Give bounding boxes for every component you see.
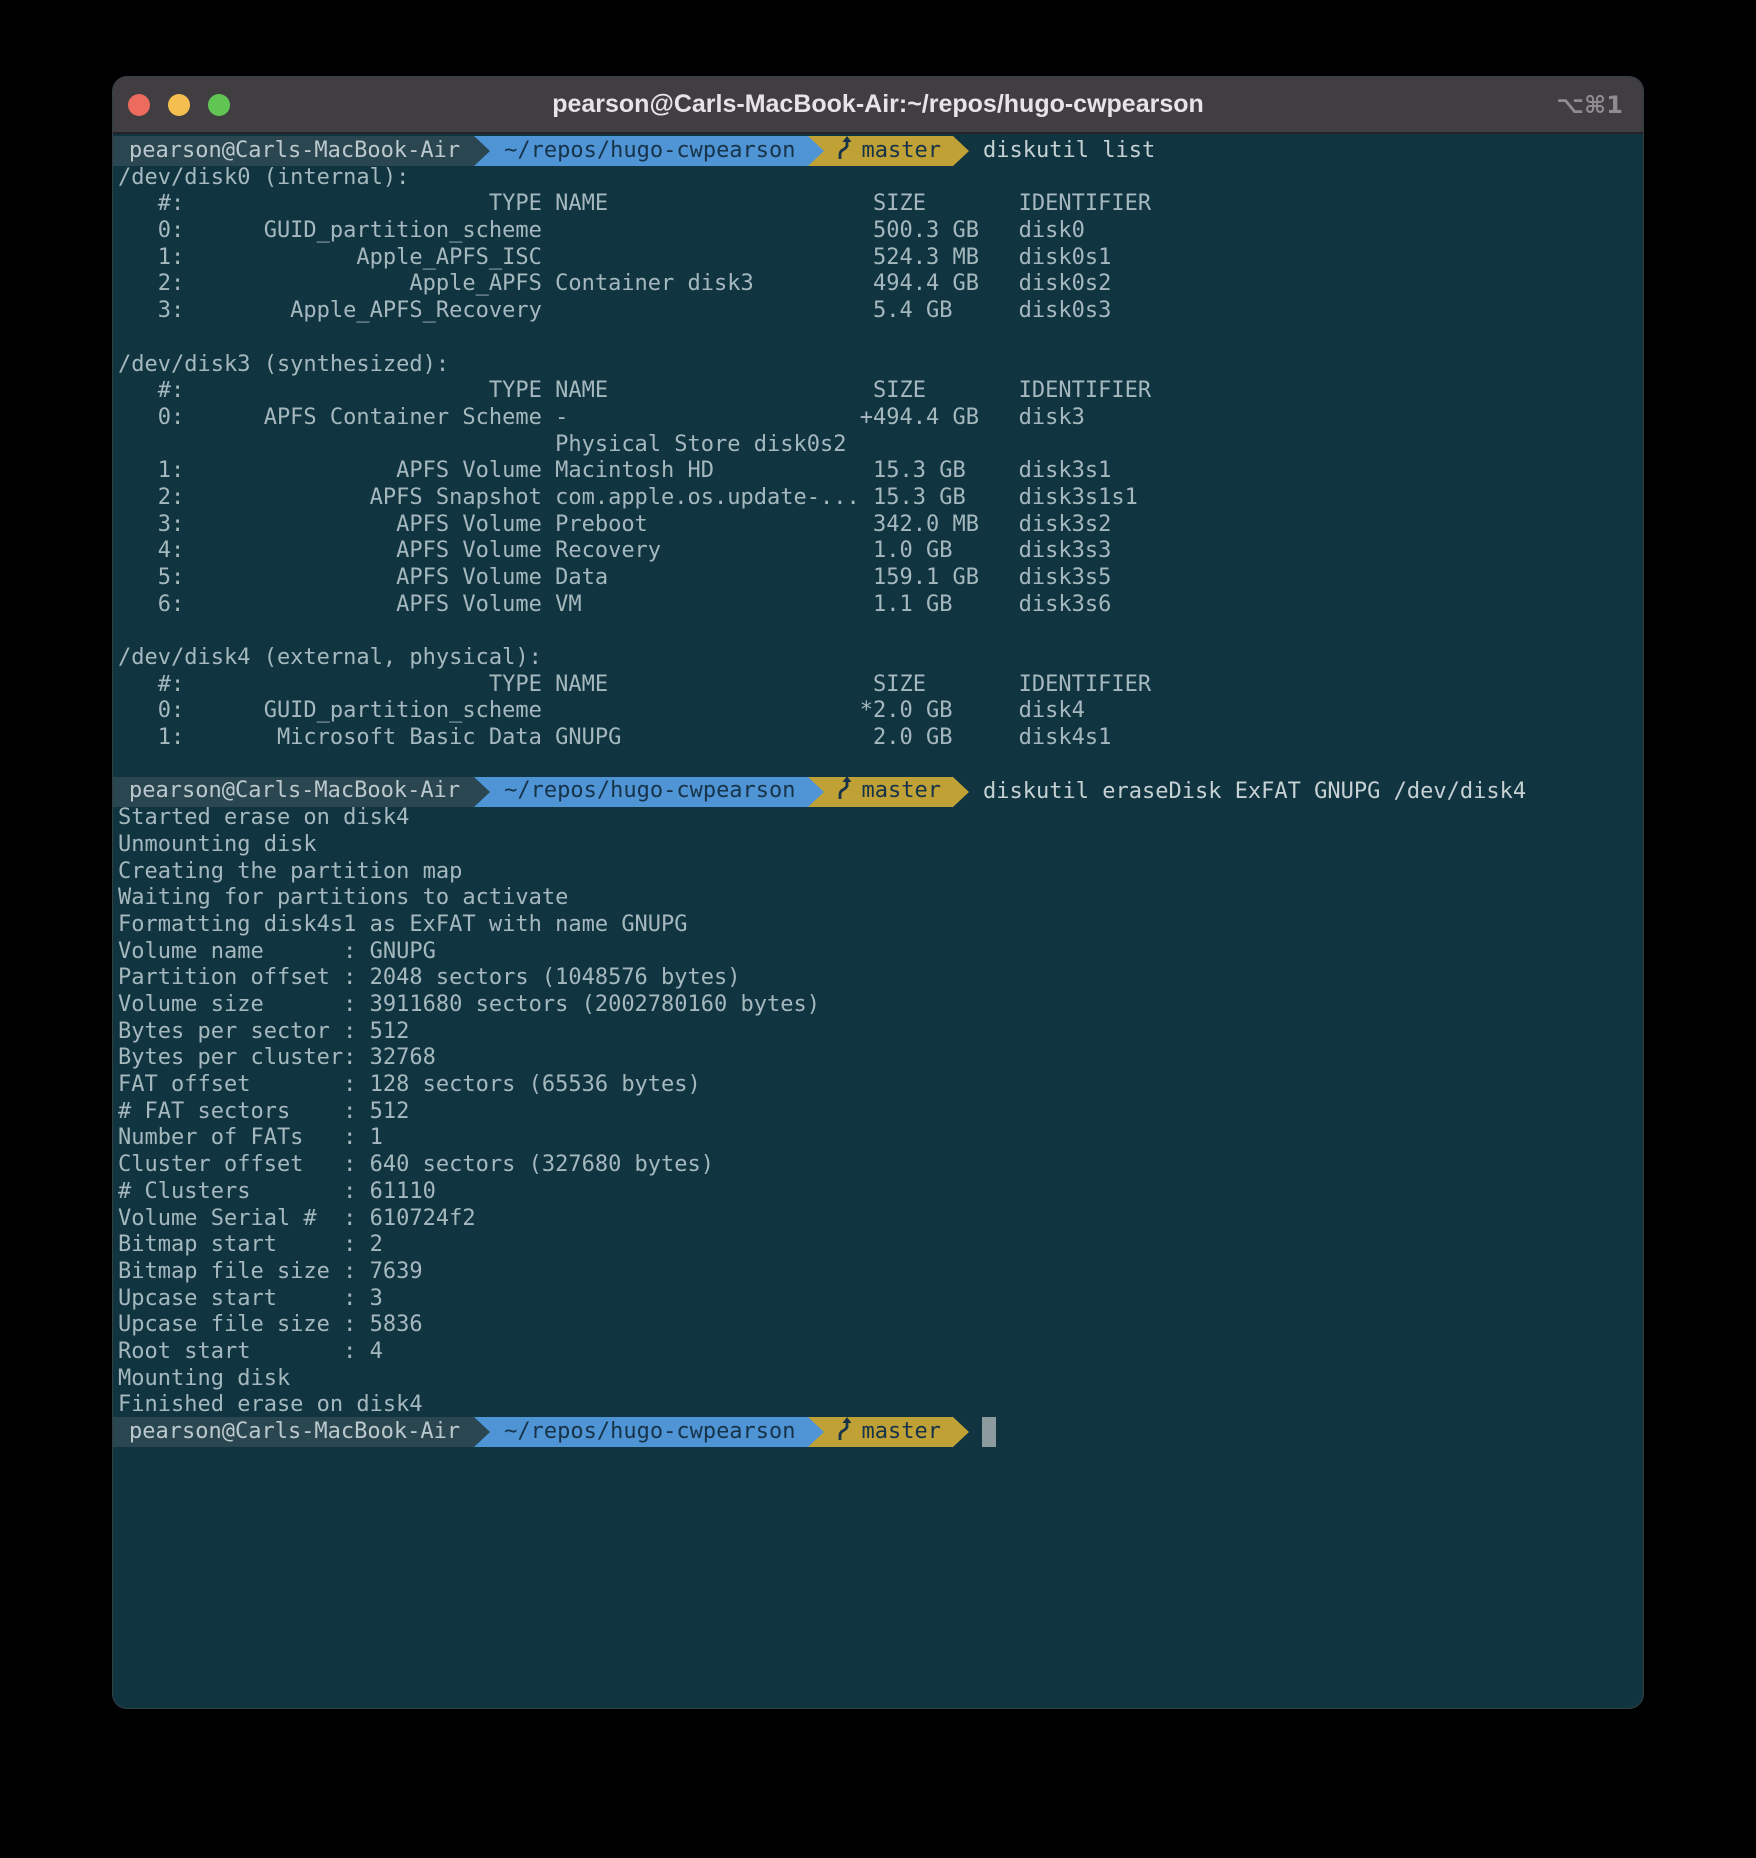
powerline-arrow-icon bbox=[474, 136, 490, 166]
command-text: diskutil eraseDisk ExFAT GNUPG /dev/disk… bbox=[983, 779, 1526, 806]
powerline-arrow-icon bbox=[953, 136, 969, 166]
terminal-output-line: Partition offset : 2048 sectors (1048576… bbox=[113, 965, 1643, 992]
terminal-output-line: /dev/disk4 (external, physical): bbox=[113, 645, 1643, 672]
powerline-arrow-icon bbox=[953, 777, 969, 807]
terminal-output-line: 0: GUID_partition_scheme *2.0 GB disk4 bbox=[113, 698, 1643, 725]
powerline-arrow-icon bbox=[474, 777, 490, 807]
terminal-output-line: 1: APFS Volume Macintosh HD 15.3 GB disk… bbox=[113, 458, 1643, 485]
terminal-output-line: FAT offset : 128 sectors (65536 bytes) bbox=[113, 1072, 1643, 1099]
prompt-directory-segment: ~/repos/hugo-cwpearson bbox=[490, 136, 807, 166]
prompt-line: pearson@Carls-MacBook-Air ~/repos/hugo-cw… bbox=[113, 1419, 1643, 1446]
terminal-output-line: Finished erase on disk4 bbox=[113, 1392, 1643, 1419]
terminal-output-line: 3: APFS Volume Preboot 342.0 MB disk3s2 bbox=[113, 512, 1643, 539]
terminal-output-line: Formatting disk4s1 as ExFAT with name GN… bbox=[113, 912, 1643, 939]
terminal-output-line: Cluster offset : 640 sectors (327680 byt… bbox=[113, 1152, 1643, 1179]
terminal-output-line: Volume name : GNUPG bbox=[113, 939, 1643, 966]
terminal-output-line: 2: Apple_APFS Container disk3 494.4 GB d… bbox=[113, 271, 1643, 298]
powerline-arrow-icon bbox=[808, 136, 824, 166]
prompt-directory-segment: ~/repos/hugo-cwpearson bbox=[490, 1417, 807, 1447]
window-title: pearson@Carls-MacBook-Air:~/repos/hugo-c… bbox=[113, 90, 1643, 119]
terminal-output-line: Bytes per cluster: 32768 bbox=[113, 1045, 1643, 1072]
terminal-output-line: Bytes per sector : 512 bbox=[113, 1019, 1643, 1046]
prompt-user-host-segment: pearson@Carls-MacBook-Air bbox=[113, 1417, 474, 1447]
powerline-arrow-icon bbox=[808, 1417, 824, 1447]
git-branch-icon bbox=[834, 775, 854, 809]
terminal-output-line: Number of FATs : 1 bbox=[113, 1125, 1643, 1152]
terminal-output-line: Upcase start : 3 bbox=[113, 1286, 1643, 1313]
prompt-git-segment: master bbox=[824, 1417, 953, 1447]
terminal-window: pearson@Carls-MacBook-Air:~/repos/hugo-c… bbox=[113, 77, 1643, 1708]
terminal-output-line: Bitmap file size : 7639 bbox=[113, 1259, 1643, 1286]
terminal-output-line: Creating the partition map bbox=[113, 859, 1643, 886]
terminal-output-line: Physical Store disk0s2 bbox=[113, 432, 1643, 459]
terminal-output-line: 2: APFS Snapshot com.apple.os.update-...… bbox=[113, 485, 1643, 512]
powerline-arrow-icon bbox=[474, 1417, 490, 1447]
powerline-arrow-icon bbox=[808, 777, 824, 807]
git-branch-name: master bbox=[862, 138, 941, 165]
powerline-arrow-icon bbox=[953, 1417, 969, 1447]
terminal-output-line: 5: APFS Volume Data 159.1 GB disk3s5 bbox=[113, 565, 1643, 592]
prompt-git-segment: master bbox=[824, 777, 953, 807]
terminal-output-line bbox=[113, 752, 1643, 779]
command-text: diskutil list bbox=[983, 138, 1155, 165]
terminal-cursor bbox=[982, 1417, 996, 1447]
terminal-output-line: Bitmap start : 2 bbox=[113, 1232, 1643, 1259]
git-branch-icon bbox=[834, 135, 854, 169]
terminal-output-line: 3: Apple_APFS_Recovery 5.4 GB disk0s3 bbox=[113, 298, 1643, 325]
terminal-output-line: #: TYPE NAME SIZE IDENTIFIER bbox=[113, 191, 1643, 218]
terminal-output-line: Started erase on disk4 bbox=[113, 805, 1643, 832]
prompt-line: pearson@Carls-MacBook-Air ~/repos/hugo-cw… bbox=[113, 779, 1643, 806]
terminal-output-line: 1: Microsoft Basic Data GNUPG 2.0 GB dis… bbox=[113, 725, 1643, 752]
terminal-output-line: Unmounting disk bbox=[113, 832, 1643, 859]
terminal-output-line: Root start : 4 bbox=[113, 1339, 1643, 1366]
terminal-output-line: Mounting disk bbox=[113, 1366, 1643, 1393]
terminal-output-line: # Clusters : 61110 bbox=[113, 1179, 1643, 1206]
terminal-output-line: #: TYPE NAME SIZE IDENTIFIER bbox=[113, 672, 1643, 699]
desktop-background: pearson@Carls-MacBook-Air:~/repos/hugo-c… bbox=[0, 0, 1756, 1858]
window-titlebar[interactable]: pearson@Carls-MacBook-Air:~/repos/hugo-c… bbox=[113, 77, 1643, 134]
terminal-output-line: Volume Serial # : 610724f2 bbox=[113, 1206, 1643, 1233]
terminal-output-line: Waiting for partitions to activate bbox=[113, 885, 1643, 912]
git-branch-icon bbox=[834, 1416, 854, 1450]
prompt-line: pearson@Carls-MacBook-Air ~/repos/hugo-cw… bbox=[113, 138, 1643, 165]
terminal-output-line: 6: APFS Volume VM 1.1 GB disk3s6 bbox=[113, 592, 1643, 619]
window-shortcut-badge: ⌥⌘1 bbox=[1556, 91, 1623, 119]
prompt-directory-segment: ~/repos/hugo-cwpearson bbox=[490, 777, 807, 807]
terminal-output-line: Upcase file size : 5836 bbox=[113, 1312, 1643, 1339]
terminal-output-line: 0: APFS Container Scheme - +494.4 GB dis… bbox=[113, 405, 1643, 432]
terminal-output-line: Volume size : 3911680 sectors (200278016… bbox=[113, 992, 1643, 1019]
terminal-output-line bbox=[113, 325, 1643, 352]
prompt-git-segment: master bbox=[824, 136, 953, 166]
terminal-content[interactable]: pearson@Carls-MacBook-Air ~/repos/hugo-cw… bbox=[113, 134, 1643, 1708]
prompt-user-host-segment: pearson@Carls-MacBook-Air bbox=[113, 777, 474, 807]
terminal-output-line: /dev/disk0 (internal): bbox=[113, 165, 1643, 192]
terminal-output-line: #: TYPE NAME SIZE IDENTIFIER bbox=[113, 378, 1643, 405]
terminal-output-line: # FAT sectors : 512 bbox=[113, 1099, 1643, 1126]
terminal-output-line: /dev/disk3 (synthesized): bbox=[113, 352, 1643, 379]
terminal-output-line: 1: Apple_APFS_ISC 524.3 MB disk0s1 bbox=[113, 245, 1643, 272]
terminal-output-line: 4: APFS Volume Recovery 1.0 GB disk3s3 bbox=[113, 538, 1643, 565]
git-branch-name: master bbox=[862, 778, 941, 805]
git-branch-name: master bbox=[862, 1419, 941, 1446]
terminal-output-line bbox=[113, 618, 1643, 645]
terminal-output-line: 0: GUID_partition_scheme 500.3 GB disk0 bbox=[113, 218, 1643, 245]
prompt-user-host-segment: pearson@Carls-MacBook-Air bbox=[113, 136, 474, 166]
